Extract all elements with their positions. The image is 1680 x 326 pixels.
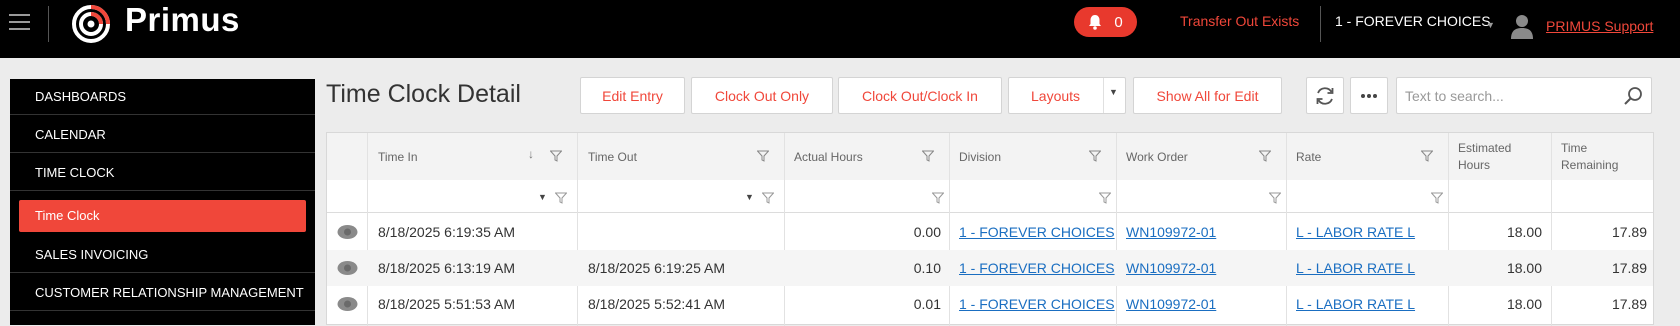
- cell-time-out: 8/18/2025 6:19:25 AM: [588, 260, 725, 276]
- ellipsis-icon: [1361, 93, 1377, 98]
- notifications-button[interactable]: 0: [1074, 7, 1137, 37]
- filter-icon[interactable]: [762, 192, 774, 204]
- rate-link[interactable]: L - LABOR RATE L: [1296, 214, 1415, 250]
- edit-entry-button[interactable]: Edit Entry: [580, 77, 685, 114]
- column-header-time-out[interactable]: Time Out: [588, 133, 637, 180]
- cell-time-out: 8/18/2025 5:52:41 AM: [588, 296, 725, 312]
- cell-time-remaining: 17.89: [1611, 296, 1647, 312]
- layouts-button[interactable]: Layouts ▼: [1008, 77, 1126, 114]
- page-title: Time Clock Detail: [326, 80, 521, 108]
- refresh-button[interactable]: [1306, 77, 1344, 114]
- division-link[interactable]: 1 - FOREVER CHOICES: [959, 286, 1115, 322]
- filter-icon[interactable]: [1099, 192, 1111, 204]
- filter-icon[interactable]: [555, 192, 567, 204]
- column-header-label: Time: [1561, 140, 1588, 155]
- search-icon[interactable]: [1623, 86, 1643, 106]
- divider: [1320, 6, 1321, 42]
- sidebar: DASHBOARDS CALENDAR TIME CLOCK Time Cloc…: [10, 79, 315, 325]
- clock-out-only-button[interactable]: Clock Out Only: [691, 77, 833, 114]
- filter-icon[interactable]: [1259, 150, 1271, 162]
- sidebar-item-crm[interactable]: CUSTOMER RELATIONSHIP MANAGEMENT: [10, 275, 315, 311]
- filter-icon[interactable]: [1431, 192, 1443, 204]
- rate-link[interactable]: L - LABOR RATE L: [1296, 286, 1415, 322]
- cell-actual-hours: 0.00: [913, 224, 941, 240]
- time-clock-grid: Time In ↓ Time Out Actual Hours Division…: [326, 132, 1654, 326]
- chevron-down-icon[interactable]: ▼: [1486, 20, 1495, 30]
- column-header-estimated-hours[interactable]: Estimated Hours: [1458, 133, 1511, 180]
- top-bar: Primus 0 Transfer Out Exists 1 - FOREVER…: [0, 0, 1680, 58]
- cell-time-remaining: 17.89: [1611, 260, 1647, 276]
- column-header-time-remaining[interactable]: Time Remaining: [1561, 133, 1618, 180]
- work-order-link[interactable]: WN109972-01: [1126, 214, 1216, 250]
- filter-icon[interactable]: [1269, 192, 1281, 204]
- user-icon[interactable]: [1510, 13, 1534, 39]
- divider: [48, 6, 49, 42]
- more-options-button[interactable]: [1350, 77, 1388, 114]
- column-header-rate[interactable]: Rate: [1296, 133, 1321, 180]
- eye-icon[interactable]: [337, 224, 358, 240]
- show-all-for-edit-button[interactable]: Show All for Edit: [1133, 77, 1282, 114]
- column-header-actual-hours[interactable]: Actual Hours: [794, 133, 863, 180]
- search-box: [1396, 77, 1652, 114]
- column-header-label: Hours: [1458, 157, 1491, 172]
- sidebar-item-sales-invoicing[interactable]: SALES INVOICING: [10, 237, 315, 273]
- filter-icon[interactable]: [922, 150, 934, 162]
- sidebar-item-time-clock-section[interactable]: TIME CLOCK: [10, 155, 315, 191]
- cell-time-in: 8/18/2025 5:51:53 AM: [378, 296, 515, 312]
- cell-time-in: 8/18/2025 6:13:19 AM: [378, 260, 515, 276]
- divider: [1103, 78, 1104, 113]
- search-input[interactable]: [1405, 86, 1615, 106]
- division-link[interactable]: 1 - FOREVER CHOICES: [959, 250, 1115, 286]
- grid-filter-row: [327, 180, 1653, 213]
- menu-icon[interactable]: [9, 14, 30, 34]
- column-header-division[interactable]: Division: [959, 133, 1001, 180]
- filter-icon[interactable]: [1089, 150, 1101, 162]
- table-row[interactable]: 8/18/2025 5:51:53 AM 8/18/2025 5:52:41 A…: [327, 286, 1653, 322]
- cell-actual-hours: 0.10: [913, 260, 941, 276]
- chevron-down-icon[interactable]: ▼: [745, 192, 754, 202]
- sort-descending-icon[interactable]: ↓: [528, 147, 534, 161]
- cell-estimated-hours: 18.00: [1506, 224, 1542, 240]
- cell-actual-hours: 0.01: [913, 296, 941, 312]
- transfer-notice[interactable]: Transfer Out Exists: [1180, 13, 1299, 29]
- rate-link[interactable]: L - LABOR RATE L: [1296, 250, 1415, 286]
- layouts-label: Layouts: [1031, 87, 1081, 104]
- column-header-label: Remaining: [1561, 157, 1619, 172]
- cell-time-remaining: 17.89: [1611, 224, 1647, 240]
- eye-icon[interactable]: [337, 296, 358, 312]
- work-order-link[interactable]: WN109972-01: [1126, 286, 1216, 322]
- division-link[interactable]: 1 - FOREVER CHOICES: [959, 214, 1115, 250]
- support-link[interactable]: PRIMUS Support: [1546, 18, 1653, 34]
- filter-icon[interactable]: [1421, 150, 1433, 162]
- column-header-label: Estimated: [1458, 140, 1512, 155]
- table-row[interactable]: 8/18/2025 6:19:35 AM 0.00 1 - FOREVER CH…: [327, 214, 1653, 250]
- notification-count: 0: [1114, 13, 1123, 31]
- chevron-down-icon[interactable]: ▼: [538, 192, 547, 202]
- brand-name: Primus: [125, 1, 240, 38]
- column-header-work-order[interactable]: Work Order: [1126, 133, 1188, 180]
- filter-icon[interactable]: [757, 150, 769, 162]
- cell-estimated-hours: 18.00: [1506, 260, 1542, 276]
- chevron-down-icon[interactable]: ▼: [1109, 87, 1118, 97]
- column-header-time-in[interactable]: Time In: [378, 133, 418, 180]
- sidebar-item-dashboards[interactable]: DASHBOARDS: [10, 79, 315, 115]
- filter-icon[interactable]: [550, 150, 562, 162]
- bell-icon: [1089, 15, 1102, 30]
- refresh-icon: [1316, 86, 1334, 105]
- clock-out-clock-in-button[interactable]: Clock Out/Clock In: [838, 77, 1002, 114]
- sidebar-item-calendar[interactable]: CALENDAR: [10, 117, 315, 153]
- cell-time-in: 8/18/2025 6:19:35 AM: [378, 224, 515, 240]
- filter-icon[interactable]: [932, 192, 944, 204]
- company-selector[interactable]: 1 - FOREVER CHOICES: [1335, 13, 1491, 29]
- primus-logo-icon: [72, 5, 110, 43]
- sidebar-item-time-clock[interactable]: Time Clock: [19, 200, 306, 232]
- table-row[interactable]: 8/18/2025 6:13:19 AM 8/18/2025 6:19:25 A…: [327, 250, 1653, 286]
- work-order-link[interactable]: WN109972-01: [1126, 250, 1216, 286]
- eye-icon[interactable]: [337, 260, 358, 276]
- cell-estimated-hours: 18.00: [1506, 296, 1542, 312]
